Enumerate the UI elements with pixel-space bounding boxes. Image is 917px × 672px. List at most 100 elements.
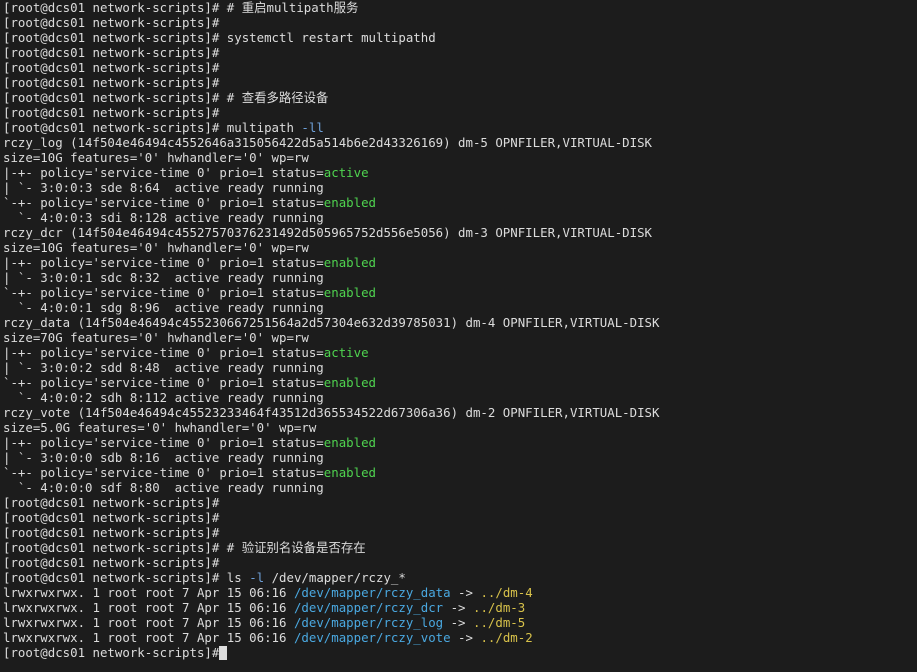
- terminal-text-segment: `-+- policy='service-time 0' prio=1 stat…: [3, 375, 324, 390]
- terminal-line: | `- 3:0:0:0 sdb 8:16 active ready runni…: [3, 450, 917, 465]
- terminal-text-segment: [root@dcs01 network-scripts]#: [3, 495, 220, 510]
- terminal-text-segment: `- 4:0:0:0 sdf 8:80 active ready running: [3, 480, 324, 495]
- terminal-output: [root@dcs01 network-scripts]# # 重启multip…: [3, 0, 917, 645]
- terminal-text-segment: -l: [249, 570, 265, 585]
- terminal-line: [root@dcs01 network-scripts]# multipath …: [3, 120, 917, 135]
- terminal-text-segment: ../dm-2: [480, 630, 533, 645]
- terminal-line: size=10G features='0' hwhandler='0' wp=r…: [3, 150, 917, 165]
- terminal-line: size=10G features='0' hwhandler='0' wp=r…: [3, 240, 917, 255]
- terminal-text-segment: | `- 3:0:0:1 sdc 8:32 active ready runni…: [3, 270, 324, 285]
- terminal-line: `-+- policy='service-time 0' prio=1 stat…: [3, 465, 917, 480]
- terminal-text-segment: ../dm-4: [480, 585, 533, 600]
- terminal-text-segment: |-+- policy='service-time 0' prio=1 stat…: [3, 435, 324, 450]
- terminal-line: `-+- policy='service-time 0' prio=1 stat…: [3, 285, 917, 300]
- terminal-text-segment: [root@dcs01 network-scripts]#: [3, 525, 220, 540]
- terminal-text-segment: enabled: [323, 465, 376, 480]
- terminal-line: [root@dcs01 network-scripts]# # 验证别名设备是否…: [3, 540, 917, 555]
- terminal-text-segment: rczy_log (14f504e46494c4552646a315056422…: [3, 135, 653, 150]
- terminal-prompt-line[interactable]: [root@dcs01 network-scripts]#: [3, 645, 917, 660]
- terminal-line: lrwxrwxrwx. 1 root root 7 Apr 15 06:16 /…: [3, 630, 917, 645]
- terminal-text-segment: [root@dcs01 network-scripts]#: [3, 45, 220, 60]
- terminal-text-segment: ->: [443, 600, 473, 615]
- terminal-line: [root@dcs01 network-scripts]#: [3, 75, 917, 90]
- terminal-text-segment: [root@dcs01 network-scripts]# # 查看多路径设备: [3, 90, 329, 105]
- terminal-text-segment: `- 4:0:0:3 sdi 8:128 active ready runnin…: [3, 210, 324, 225]
- terminal-text-segment: /dev/mapper/rczy_vote: [293, 630, 451, 645]
- terminal-text-segment: [root@dcs01 network-scripts]#: [3, 15, 220, 30]
- terminal-text-segment: [root@dcs01 network-scripts]# ls: [3, 570, 250, 585]
- terminal-text-segment: | `- 3:0:0:2 sdd 8:48 active ready runni…: [3, 360, 324, 375]
- terminal-text-segment: rczy_vote (14f504e46494c45523233464f4351…: [3, 405, 660, 420]
- terminal-line: `- 4:0:0:1 sdg 8:96 active ready running: [3, 300, 917, 315]
- terminal-line: [root@dcs01 network-scripts]#: [3, 105, 917, 120]
- terminal-text-segment: ->: [450, 630, 481, 645]
- terminal-text-segment: lrwxrwxrwx. 1 root root 7 Apr 15 06:16: [3, 615, 294, 630]
- terminal-text-segment: /dev/mapper/rczy_log: [293, 615, 444, 630]
- terminal-line: [root@dcs01 network-scripts]#: [3, 45, 917, 60]
- terminal-text-segment: enabled: [323, 435, 376, 450]
- terminal-text-segment: ->: [450, 585, 481, 600]
- terminal-text-segment: /dev/mapper/rczy_*: [264, 570, 406, 585]
- terminal-text-segment: `-+- policy='service-time 0' prio=1 stat…: [3, 285, 324, 300]
- terminal-line: | `- 3:0:0:3 sde 8:64 active ready runni…: [3, 180, 917, 195]
- terminal-text-segment: |-+- policy='service-time 0' prio=1 stat…: [3, 345, 324, 360]
- terminal-line: lrwxrwxrwx. 1 root root 7 Apr 15 06:16 /…: [3, 600, 917, 615]
- terminal-line: |-+- policy='service-time 0' prio=1 stat…: [3, 255, 917, 270]
- terminal-line: |-+- policy='service-time 0' prio=1 stat…: [3, 435, 917, 450]
- terminal-line: `- 4:0:0:0 sdf 8:80 active ready running: [3, 480, 917, 495]
- terminal-text-segment: enabled: [323, 195, 376, 210]
- terminal-text-segment: [root@dcs01 network-scripts]#: [3, 105, 220, 120]
- terminal-line: [root@dcs01 network-scripts]# # 查看多路径设备: [3, 90, 917, 105]
- terminal-text-segment: `- 4:0:0:1 sdg 8:96 active ready running: [3, 300, 324, 315]
- terminal-text-segment: lrwxrwxrwx. 1 root root 7 Apr 15 06:16: [3, 600, 294, 615]
- terminal-line: size=5.0G features='0' hwhandler='0' wp=…: [3, 420, 917, 435]
- terminal-text-segment: /dev/mapper/rczy_dcr: [293, 600, 444, 615]
- terminal-line: `-+- policy='service-time 0' prio=1 stat…: [3, 195, 917, 210]
- terminal-text-segment: enabled: [323, 375, 376, 390]
- terminal-line: [root@dcs01 network-scripts]#: [3, 60, 917, 75]
- terminal-text-segment: [root@dcs01 network-scripts]# # 重启multip…: [3, 0, 359, 15]
- terminal-text-segment: ../dm-3: [472, 600, 526, 615]
- terminal-text-segment: [root@dcs01 network-scripts]#: [3, 60, 220, 75]
- terminal-line: rczy_dcr (14f504e46494c45527570376231492…: [3, 225, 917, 240]
- terminal-text-segment: |-+- policy='service-time 0' prio=1 stat…: [3, 255, 324, 270]
- terminal-text-segment: rczy_data (14f504e46494c455230667251564a…: [3, 315, 660, 330]
- terminal-text-segment: [root@dcs01 network-scripts]# # 验证别名设备是否…: [3, 540, 366, 555]
- terminal-text-segment: size=10G features='0' hwhandler='0' wp=r…: [3, 150, 309, 165]
- terminal-text-segment: | `- 3:0:0:3 sde 8:64 active ready runni…: [3, 180, 324, 195]
- terminal-text-segment: `- 4:0:0:2 sdh 8:112 active ready runnin…: [3, 390, 324, 405]
- terminal-line: [root@dcs01 network-scripts]# # 重启multip…: [3, 0, 917, 15]
- terminal-line: [root@dcs01 network-scripts]#: [3, 525, 917, 540]
- terminal-line: rczy_data (14f504e46494c455230667251564a…: [3, 315, 917, 330]
- terminal-text-segment: size=5.0G features='0' hwhandler='0' wp=…: [3, 420, 317, 435]
- terminal-text-segment: |-+- policy='service-time 0' prio=1 stat…: [3, 165, 324, 180]
- terminal-line: [root@dcs01 network-scripts]#: [3, 510, 917, 525]
- terminal-line: rczy_vote (14f504e46494c45523233464f4351…: [3, 405, 917, 420]
- terminal-line: | `- 3:0:0:1 sdc 8:32 active ready runni…: [3, 270, 917, 285]
- terminal-line: rczy_log (14f504e46494c4552646a315056422…: [3, 135, 917, 150]
- terminal-text-segment: lrwxrwxrwx. 1 root root 7 Apr 15 06:16: [3, 585, 294, 600]
- terminal-line: `- 4:0:0:2 sdh 8:112 active ready runnin…: [3, 390, 917, 405]
- terminal-text-segment: size=10G features='0' hwhandler='0' wp=r…: [3, 240, 309, 255]
- terminal-text-segment: | `- 3:0:0:0 sdb 8:16 active ready runni…: [3, 450, 324, 465]
- terminal-text-segment: active: [323, 345, 369, 360]
- terminal-text-segment: enabled: [323, 255, 376, 270]
- terminal-line: [root@dcs01 network-scripts]# ls -l /dev…: [3, 570, 917, 585]
- terminal-text-segment: [root@dcs01 network-scripts]#: [3, 555, 220, 570]
- terminal-text-segment: -ll: [301, 120, 324, 135]
- terminal-line: lrwxrwxrwx. 1 root root 7 Apr 15 06:16 /…: [3, 615, 917, 630]
- terminal-line: |-+- policy='service-time 0' prio=1 stat…: [3, 165, 917, 180]
- terminal-text-segment: `-+- policy='service-time 0' prio=1 stat…: [3, 465, 324, 480]
- terminal-line: | `- 3:0:0:2 sdd 8:48 active ready runni…: [3, 360, 917, 375]
- terminal-text-segment: rczy_dcr (14f504e46494c45527570376231492…: [3, 225, 653, 240]
- terminal-text-segment: ->: [443, 615, 473, 630]
- terminal-window[interactable]: [root@dcs01 network-scripts]# # 重启multip…: [0, 0, 917, 672]
- terminal-text-segment: active: [323, 165, 369, 180]
- terminal-line: `- 4:0:0:3 sdi 8:128 active ready runnin…: [3, 210, 917, 225]
- terminal-text-segment: size=70G features='0' hwhandler='0' wp=r…: [3, 330, 309, 345]
- terminal-text-segment: [root@dcs01 network-scripts]# multipath: [3, 120, 302, 135]
- terminal-text-segment: lrwxrwxrwx. 1 root root 7 Apr 15 06:16: [3, 630, 294, 645]
- terminal-text-segment: /dev/mapper/rczy_data: [293, 585, 451, 600]
- terminal-line: [root@dcs01 network-scripts]#: [3, 15, 917, 30]
- terminal-line: lrwxrwxrwx. 1 root root 7 Apr 15 06:16 /…: [3, 585, 917, 600]
